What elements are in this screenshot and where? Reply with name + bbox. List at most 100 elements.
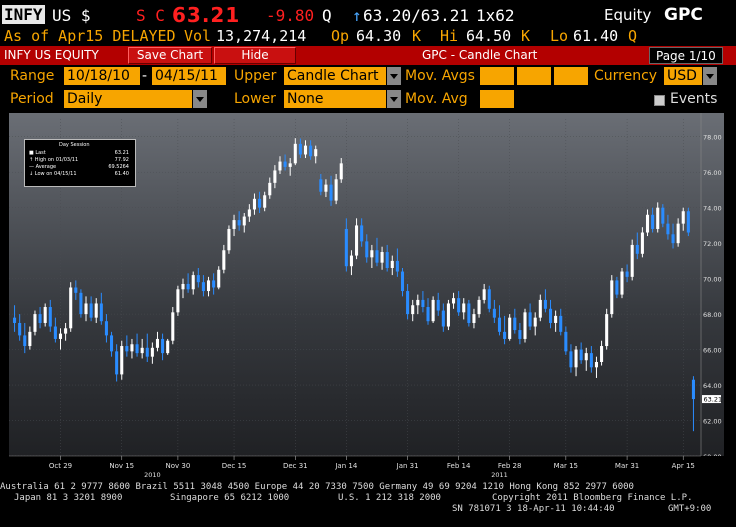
candle-body xyxy=(441,310,445,327)
candle-body xyxy=(110,335,114,352)
candle-body xyxy=(365,241,369,258)
x-tick-label: Jan 31 xyxy=(396,462,419,470)
ticker-symbol[interactable]: INFY xyxy=(2,5,45,24)
line-icon: — xyxy=(29,164,34,170)
lower-mov-avg-input[interactable] xyxy=(480,90,514,108)
candle-body xyxy=(283,161,287,167)
candle-body xyxy=(38,314,42,323)
legend-row-last: ■ Last 63.21 xyxy=(29,150,129,156)
last-price-label: 63.21 xyxy=(704,396,723,404)
candle-body xyxy=(492,308,496,318)
candle-body xyxy=(104,321,108,336)
function-toolbar: INFY US EQUITY Save Chart Hide GPC - Can… xyxy=(0,46,736,65)
candle-body xyxy=(390,260,394,268)
candle-body xyxy=(58,333,63,339)
period-dropdown-icon[interactable] xyxy=(193,90,207,108)
brand-equity: Equity xyxy=(604,6,652,24)
candle-body xyxy=(247,209,251,217)
candle-body xyxy=(569,351,573,368)
candle-body xyxy=(99,303,103,322)
candle-body xyxy=(349,255,353,267)
last-price: 63.21 xyxy=(172,3,241,27)
lower-dropdown-icon[interactable] xyxy=(387,90,401,108)
candle-body xyxy=(640,232,644,254)
candle-body xyxy=(89,303,93,318)
events-label[interactable]: Events xyxy=(670,91,717,107)
mov-avg-1-input[interactable] xyxy=(480,67,514,85)
hide-button[interactable]: Hide xyxy=(214,47,296,64)
high-source: K xyxy=(521,27,531,45)
candle-body xyxy=(681,211,685,224)
candle-body xyxy=(589,353,593,368)
brand-function: GPC xyxy=(664,5,703,25)
candle-body xyxy=(630,244,634,277)
candle-body xyxy=(385,252,389,268)
candle-body xyxy=(487,289,491,309)
square-icon: ■ xyxy=(29,150,34,156)
candle-body xyxy=(533,317,537,327)
candle-body xyxy=(528,312,532,327)
y-tick-label: 66.00 xyxy=(703,347,722,355)
upper-dropdown-icon[interactable] xyxy=(387,67,401,85)
candle-body xyxy=(33,314,37,332)
chart-title: GPC - Candle Chart xyxy=(422,48,538,62)
currency-select[interactable]: USD xyxy=(664,67,702,85)
currency-dropdown-icon[interactable] xyxy=(703,67,717,85)
candle-body xyxy=(23,335,27,347)
range-controls: Range 10/18/10 - 04/15/11 Upper Candle C… xyxy=(0,67,736,88)
candle-body xyxy=(232,220,236,229)
status-flags: S C xyxy=(136,6,165,25)
candle-body xyxy=(314,149,318,157)
candle-body xyxy=(196,275,200,283)
candle-body xyxy=(436,299,440,311)
x-tick-label: Feb 28 xyxy=(498,462,522,470)
period-controls: Period Daily Lower None Mov. Avg Events xyxy=(0,90,736,111)
candle-body xyxy=(206,280,211,292)
candle-body xyxy=(273,170,277,183)
candle-body xyxy=(329,184,333,201)
candle-body xyxy=(222,250,226,270)
candle-body xyxy=(661,207,665,224)
candle-body xyxy=(538,299,542,318)
period-select[interactable]: Daily xyxy=(64,90,192,108)
candle-body xyxy=(446,303,450,327)
candle-body xyxy=(421,299,425,308)
candle-body xyxy=(43,307,47,323)
lower-select[interactable]: None xyxy=(284,90,386,108)
footer-timezone: GMT+9:00 xyxy=(668,504,712,514)
range-start-input[interactable]: 10/18/10 xyxy=(64,67,140,85)
candle-body xyxy=(242,216,246,226)
candle-body xyxy=(686,211,690,233)
date-axis: Oct 29 Nov 15 Nov 30 Dec 15 Dec 31 Jan 14 Jan … xyxy=(9,455,724,479)
save-chart-button[interactable]: Save Chart xyxy=(128,47,212,64)
candle-body xyxy=(477,299,481,315)
candle-body xyxy=(155,338,160,348)
candle-body xyxy=(548,308,553,323)
y-tick-label: 62.00 xyxy=(703,418,722,426)
candle-body xyxy=(426,307,430,322)
candle-body xyxy=(176,289,180,313)
candle-body xyxy=(64,328,68,334)
candle-body xyxy=(145,347,149,357)
candle-body xyxy=(406,291,410,315)
page-indicator[interactable]: Page 1/10 xyxy=(649,47,723,64)
mov-avg-2-input[interactable] xyxy=(517,67,551,85)
y-tick-label: 76.00 xyxy=(703,169,722,177)
candle-body xyxy=(380,252,384,263)
candle-body xyxy=(303,145,308,155)
candle-body xyxy=(69,287,73,329)
upper-select[interactable]: Candle Chart xyxy=(284,67,386,85)
candle-body xyxy=(518,330,522,339)
candle-body xyxy=(452,298,456,304)
bid-ask-size: 1x62 xyxy=(476,6,515,25)
candle-body xyxy=(508,317,512,339)
candle-body xyxy=(181,283,185,290)
events-checkbox[interactable] xyxy=(654,95,665,106)
candle-body xyxy=(564,331,568,352)
mov-avg-label: Mov. Avg xyxy=(405,91,468,107)
candle-body xyxy=(74,287,78,293)
price-source-flag: Q xyxy=(322,6,332,25)
footer-japan: Japan 81 3 3201 8900 xyxy=(14,493,123,503)
range-end-input[interactable]: 04/15/11 xyxy=(152,67,226,85)
mov-avg-3-input[interactable] xyxy=(554,67,588,85)
